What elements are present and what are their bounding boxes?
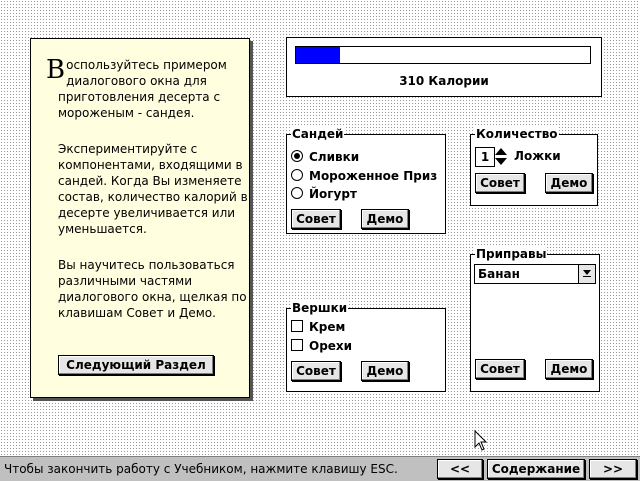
info-paragraph-3: Вы научитесь пользоваться различными час…	[58, 258, 247, 320]
topping-option-cream[interactable]: Крем	[291, 319, 345, 335]
checkbox-icon[interactable]	[291, 339, 303, 351]
condiments-selected-value: Банан	[478, 267, 520, 281]
topping-option-label: Орехи	[309, 339, 353, 353]
prev-button[interactable]: <<	[437, 459, 483, 479]
calories-progress-fill	[296, 47, 341, 63]
sundae-title: Сандей	[291, 126, 345, 142]
radio-selected-icon[interactable]	[291, 150, 303, 162]
condiments-group: Приправы Банан Совет Демо	[470, 246, 600, 392]
toppings-group: Вершки Крем Орехи Совет Демо	[286, 300, 446, 392]
calories-label: 310 Калории	[399, 74, 489, 88]
topping-option-nuts[interactable]: Орехи	[291, 338, 352, 354]
quantity-spinner[interactable]	[495, 147, 508, 166]
sundae-option-label: Сливки	[309, 150, 360, 164]
quantity-unit: Ложки	[514, 149, 561, 163]
info-panel: Воспользуйтесь примером диалогового окна…	[30, 38, 250, 398]
quantity-title: Количество	[475, 126, 559, 142]
condiments-demo-button[interactable]: Демо	[545, 359, 593, 379]
sundae-demo-button[interactable]: Демо	[361, 209, 409, 229]
info-paragraph-1: Воспользуйтесь примером диалогового окна…	[46, 57, 248, 121]
toppings-tip-button[interactable]: Совет	[291, 361, 341, 381]
sundae-group: Сандей Сливки Мороженное Приз Йогурт Сов…	[286, 126, 446, 234]
radio-icon[interactable]	[291, 187, 303, 199]
quantity-demo-button[interactable]: Демо	[545, 173, 593, 193]
sundae-tip-button[interactable]: Совет	[291, 209, 341, 229]
next-button[interactable]: >>	[589, 459, 637, 479]
condiments-title: Приправы	[475, 246, 548, 262]
calories-box: 310 Калории	[286, 37, 602, 97]
info-dropcap: В	[46, 55, 66, 85]
sundae-option-label: Мороженное Приз	[309, 169, 438, 183]
spin-up-icon[interactable]	[495, 148, 507, 155]
topping-option-label: Крем	[309, 320, 346, 334]
sundae-option-icecream[interactable]: Мороженное Приз	[291, 168, 437, 184]
info-paragraph-1-text: оспользуйтесь примером диалогового окна …	[58, 58, 227, 120]
quantity-tip-button[interactable]: Совет	[475, 173, 525, 193]
calories-progress-bar	[295, 46, 591, 64]
contents-button[interactable]: Содержание	[487, 459, 585, 479]
info-paragraph-2: Экспериментируйте с компонентами, входящ…	[58, 142, 248, 236]
sundae-option-cream[interactable]: Сливки	[291, 149, 359, 165]
quantity-group: Количество 1 Ложки Совет Демо	[470, 126, 598, 206]
radio-icon[interactable]	[291, 169, 303, 181]
toppings-title: Вершки	[291, 300, 349, 316]
spin-down-icon[interactable]	[495, 158, 507, 165]
sundae-option-label: Йогурт	[309, 187, 357, 201]
status-bar: Чтобы закончить работу с Учебником, нажм…	[0, 456, 640, 481]
quantity-field[interactable]: 1	[475, 147, 495, 167]
condiments-tip-button[interactable]: Совет	[475, 359, 525, 379]
status-message: Чтобы закончить работу с Учебником, нажм…	[4, 462, 398, 476]
toppings-demo-button[interactable]: Демо	[361, 361, 409, 381]
next-section-button[interactable]: Следующий Раздел	[58, 355, 214, 375]
sundae-option-yogurt[interactable]: Йогурт	[291, 186, 357, 202]
checkbox-icon[interactable]	[291, 320, 303, 332]
chevron-down-icon[interactable]	[578, 265, 595, 283]
mouse-cursor-icon	[474, 430, 488, 451]
condiments-dropdown[interactable]: Банан	[474, 264, 596, 284]
